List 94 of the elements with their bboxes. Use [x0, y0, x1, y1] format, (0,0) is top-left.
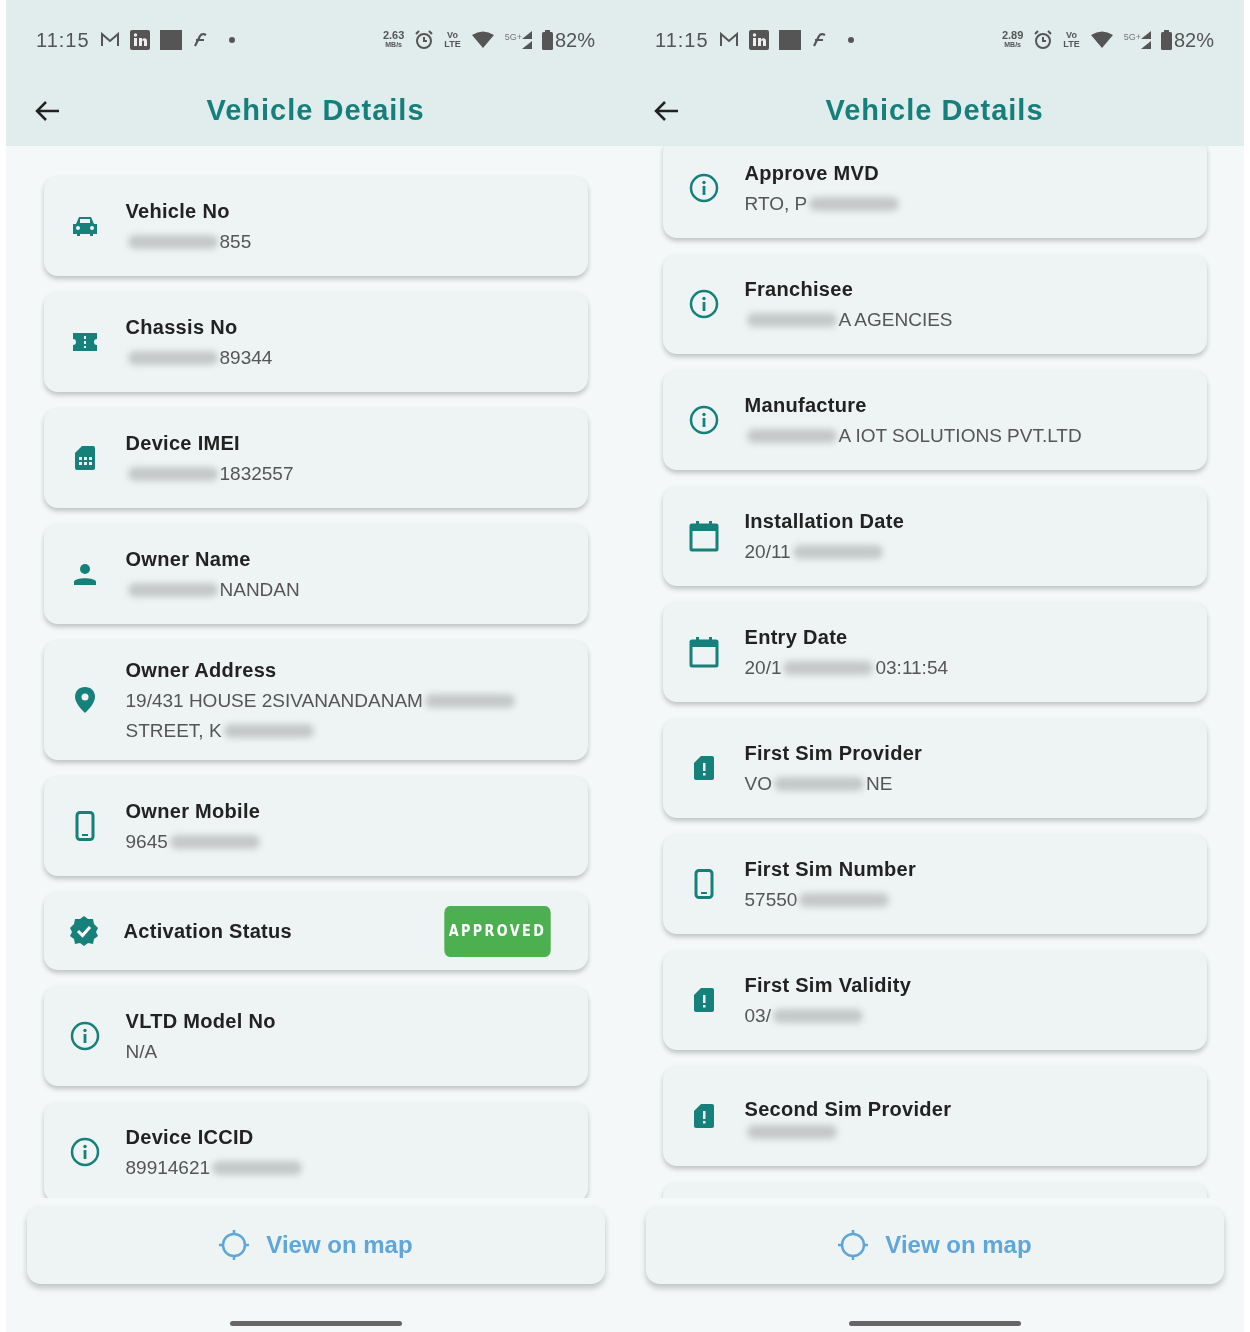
app-notification-icon: [191, 33, 208, 47]
sim-alert-icon: [691, 986, 716, 1014]
alarm-icon: [414, 30, 435, 50]
back-arrow-icon: [34, 100, 60, 122]
network-type: 5G+: [504, 31, 522, 44]
field-value: N/A: [125, 1040, 158, 1064]
info-icon: [688, 405, 719, 435]
person-icon: [71, 561, 98, 587]
field-label: First Sim Validity: [744, 973, 912, 998]
square-icon: [778, 30, 801, 50]
status-badge: APPROVED: [443, 905, 551, 957]
field-value: A IOT SOLUTIONS PVT.LTD: [838, 424, 1082, 448]
back-arrow-icon: [653, 100, 679, 122]
field-value: A AGENCIES: [838, 308, 953, 332]
car-icon: [70, 214, 99, 238]
signal-icon: [1140, 31, 1151, 49]
info-icon: [69, 1137, 100, 1167]
field-label: Franchisee: [744, 277, 855, 302]
field-value: 03:11:54: [875, 656, 949, 680]
field-label: VLTD Model No: [125, 1009, 276, 1034]
network-speed: 2.63: [382, 31, 405, 40]
field-label: Owner Name: [125, 547, 252, 572]
sim-alert-icon: [691, 1102, 716, 1130]
field-value: 89344: [219, 346, 273, 370]
field-label: Approve MVD: [744, 161, 880, 186]
volte-label: LTE: [444, 40, 461, 49]
info-icon: [688, 289, 719, 319]
info-icon: [69, 1021, 100, 1051]
calendar-icon: [688, 636, 719, 668]
battery-icon: [1160, 30, 1172, 50]
field-label: First Sim Provider: [744, 741, 923, 766]
network-speed: 2.89: [1001, 31, 1024, 40]
field-value: 03/: [744, 1004, 771, 1028]
view-on-map-button[interactable]: View on map: [26, 1206, 605, 1284]
field-value: 9645: [125, 830, 168, 854]
field-label: First Sim Number: [744, 857, 916, 882]
field-label: Installation Date: [744, 509, 905, 534]
dot-icon: [227, 36, 236, 44]
field-value: VO: [744, 772, 772, 796]
field-value: 57550: [744, 888, 798, 912]
volte-label: Vo: [447, 31, 458, 40]
alarm-icon: [1033, 30, 1054, 50]
volte-label: Vo: [1066, 31, 1077, 40]
field-value: 855: [219, 230, 252, 254]
field-value: STREET, K: [125, 719, 222, 743]
sim-card-icon: [72, 444, 97, 472]
dot-icon: [846, 36, 855, 44]
field-value: 19/431 HOUSE 2SIVANANDANAM: [125, 689, 423, 713]
ticket-icon: [70, 331, 99, 353]
volte-label: LTE: [1063, 40, 1080, 49]
field-label: Owner Mobile: [125, 799, 262, 824]
field-label: Activation Status: [123, 919, 293, 944]
square-icon: [159, 30, 182, 50]
status-time: 11:15: [36, 28, 90, 53]
network-type: 5G+: [1123, 31, 1141, 44]
wifi-icon: [1089, 31, 1114, 49]
field-value: 20/11: [744, 540, 791, 564]
field-label: Vehicle No: [125, 199, 231, 224]
wifi-icon: [470, 31, 495, 49]
mail-icon: [99, 32, 120, 48]
mail-icon: [718, 32, 739, 48]
battery-level: 82%: [554, 28, 595, 53]
smartphone-icon: [74, 811, 95, 841]
field-label: Entry Date: [744, 625, 849, 650]
view-on-map-button[interactable]: View on map: [645, 1206, 1224, 1284]
screen-title: Vehicle Details: [205, 93, 426, 129]
field-value: RTO, P: [744, 192, 808, 216]
location-pin-icon: [73, 686, 96, 714]
battery-level: 82%: [1173, 28, 1214, 53]
field-label: Owner Address: [125, 658, 278, 683]
info-icon: [688, 173, 719, 203]
field-label: Second Sim Provider: [744, 1097, 952, 1122]
linkedin-icon: [748, 30, 769, 50]
field-label: Manufacture: [744, 393, 868, 418]
field-value: 1832557: [219, 462, 294, 486]
field-value: NE: [865, 772, 893, 796]
battery-icon: [541, 30, 553, 50]
calendar-icon: [688, 520, 719, 552]
field-value: 20/1: [744, 656, 782, 680]
app-notification-icon: [810, 33, 827, 47]
field-label: Chassis No: [125, 315, 239, 340]
smartphone-icon: [693, 869, 714, 899]
screen-title: Vehicle Details: [824, 93, 1045, 129]
field-value: NANDAN: [219, 578, 300, 602]
status-time: 11:15: [655, 28, 709, 53]
linkedin-icon: [129, 30, 150, 50]
sim-alert-icon: [691, 754, 716, 782]
signal-icon: [521, 31, 532, 49]
field-label: Device IMEI: [125, 431, 241, 456]
field-value: 89914621: [125, 1156, 211, 1180]
verified-badge-icon: [67, 915, 100, 947]
crosshair-icon: [218, 1229, 251, 1261]
crosshair-icon: [837, 1229, 870, 1261]
field-label: Device ICCID: [125, 1125, 255, 1150]
